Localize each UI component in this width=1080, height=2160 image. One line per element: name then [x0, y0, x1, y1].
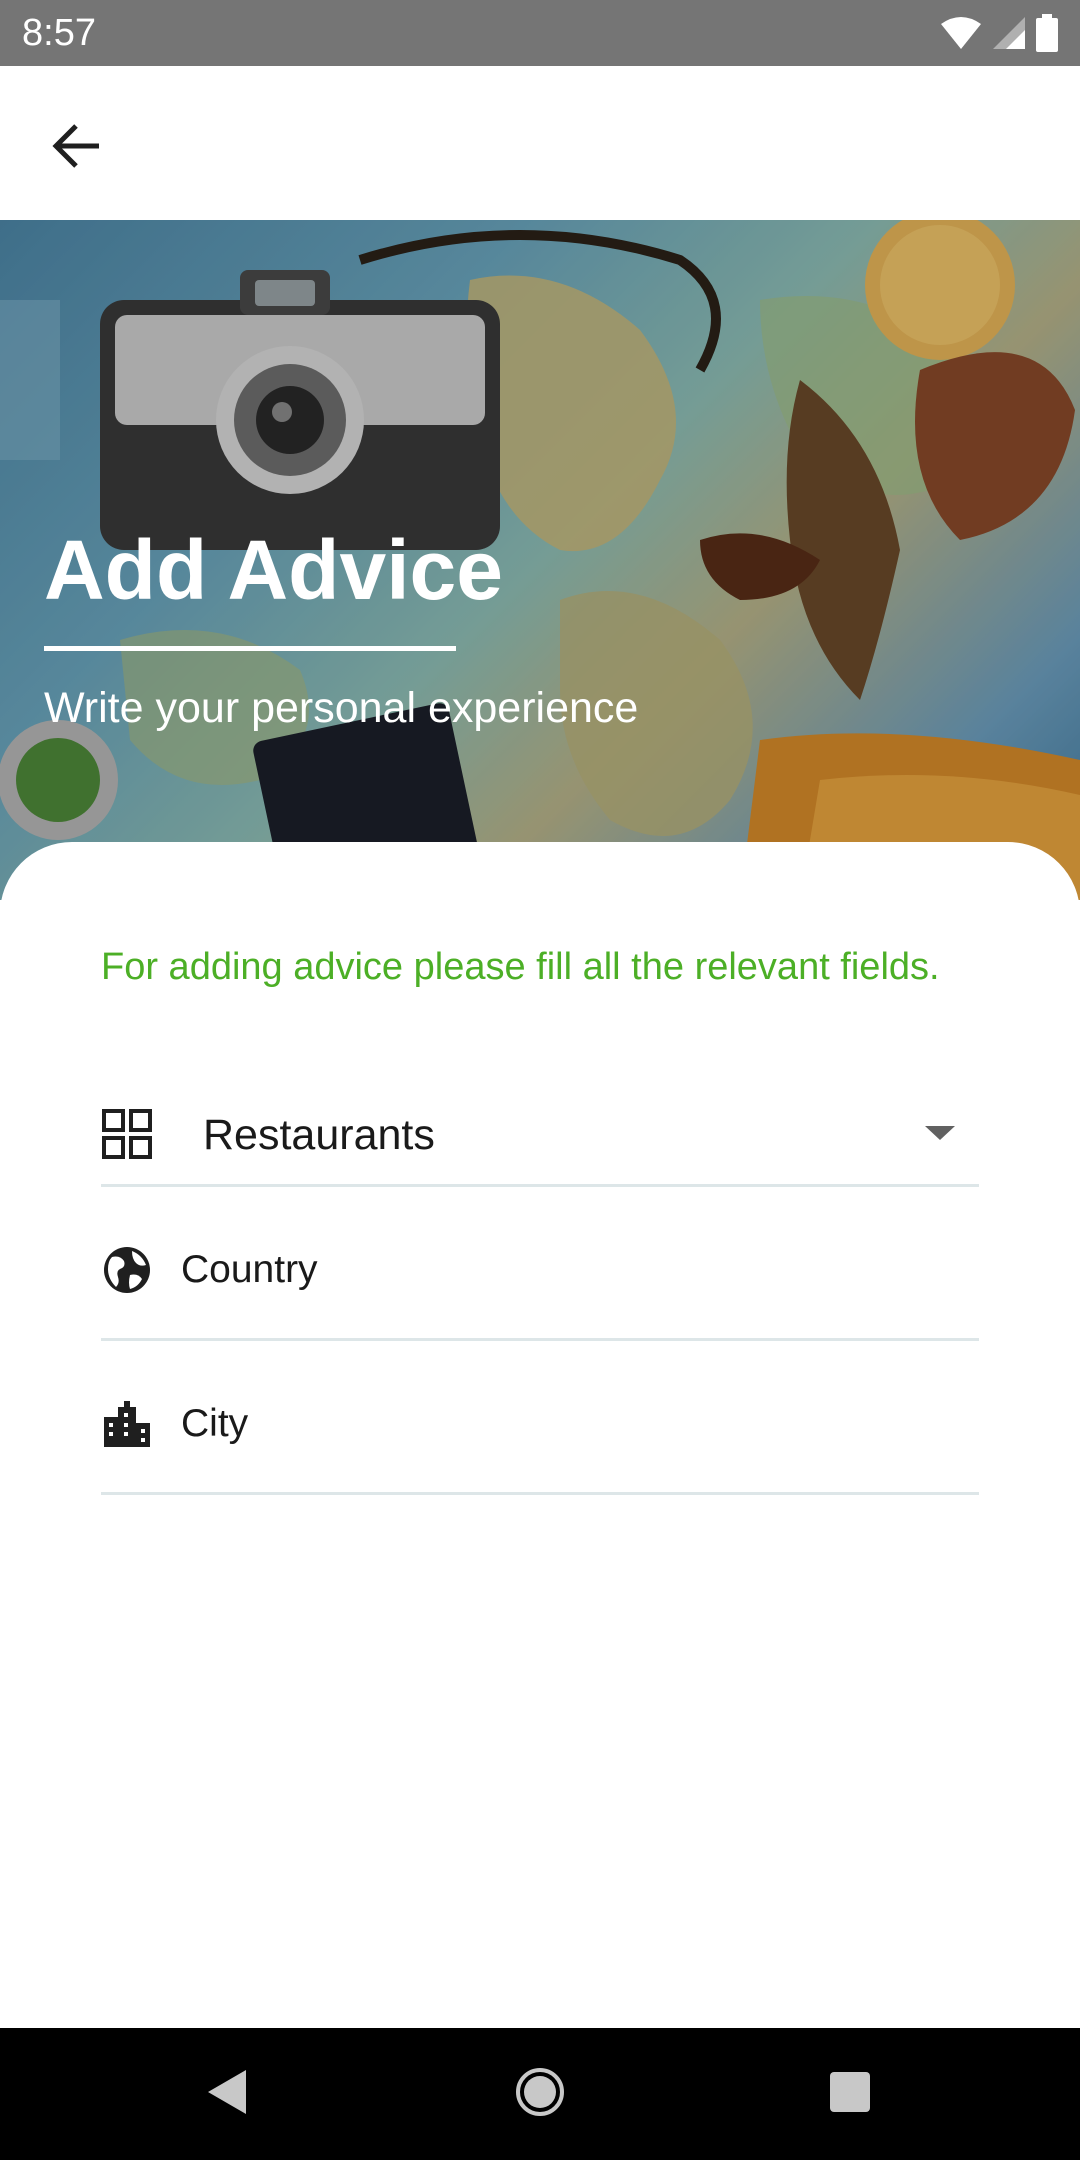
nav-recents-button[interactable] [814, 2058, 886, 2130]
arrow-back-icon [51, 123, 101, 174]
country-field[interactable]: Country [101, 1222, 979, 1341]
category-selected-value: Restaurants [203, 1111, 435, 1159]
category-dropdown[interactable]: Restaurants [101, 1092, 979, 1187]
wifi-icon [940, 16, 982, 50]
city-icon [101, 1398, 153, 1450]
page-title: Add Advice [44, 523, 503, 617]
form-card: For adding advice please fill all the re… [0, 842, 1080, 2028]
dropdown-arrow-icon [925, 1124, 955, 1142]
page-subtitle: Write your personal experience [44, 684, 639, 732]
back-button[interactable] [36, 108, 116, 188]
nav-back-icon [204, 2068, 248, 2121]
status-bar: 8:57 [0, 0, 1080, 66]
city-placeholder: City [181, 1402, 249, 1445]
system-nav-bar [0, 2028, 1080, 2160]
status-time: 8:57 [22, 12, 96, 54]
hero-banner: Add Advice Write your personal experienc… [0, 220, 1080, 900]
globe-icon [101, 1244, 153, 1296]
instruction-text: For adding advice please fill all the re… [101, 946, 940, 988]
battery-icon [1036, 14, 1058, 52]
app-bar [0, 66, 1080, 220]
city-field[interactable]: City [101, 1376, 979, 1495]
status-icons [940, 14, 1058, 52]
grid-icon [101, 1108, 153, 1160]
nav-home-icon [514, 2066, 566, 2123]
nav-recents-icon [828, 2070, 872, 2119]
country-placeholder: Country [181, 1248, 318, 1291]
nav-back-button[interactable] [190, 2058, 262, 2130]
cell-signal-icon [992, 16, 1026, 50]
title-underline [44, 646, 456, 651]
nav-home-button[interactable] [504, 2058, 576, 2130]
